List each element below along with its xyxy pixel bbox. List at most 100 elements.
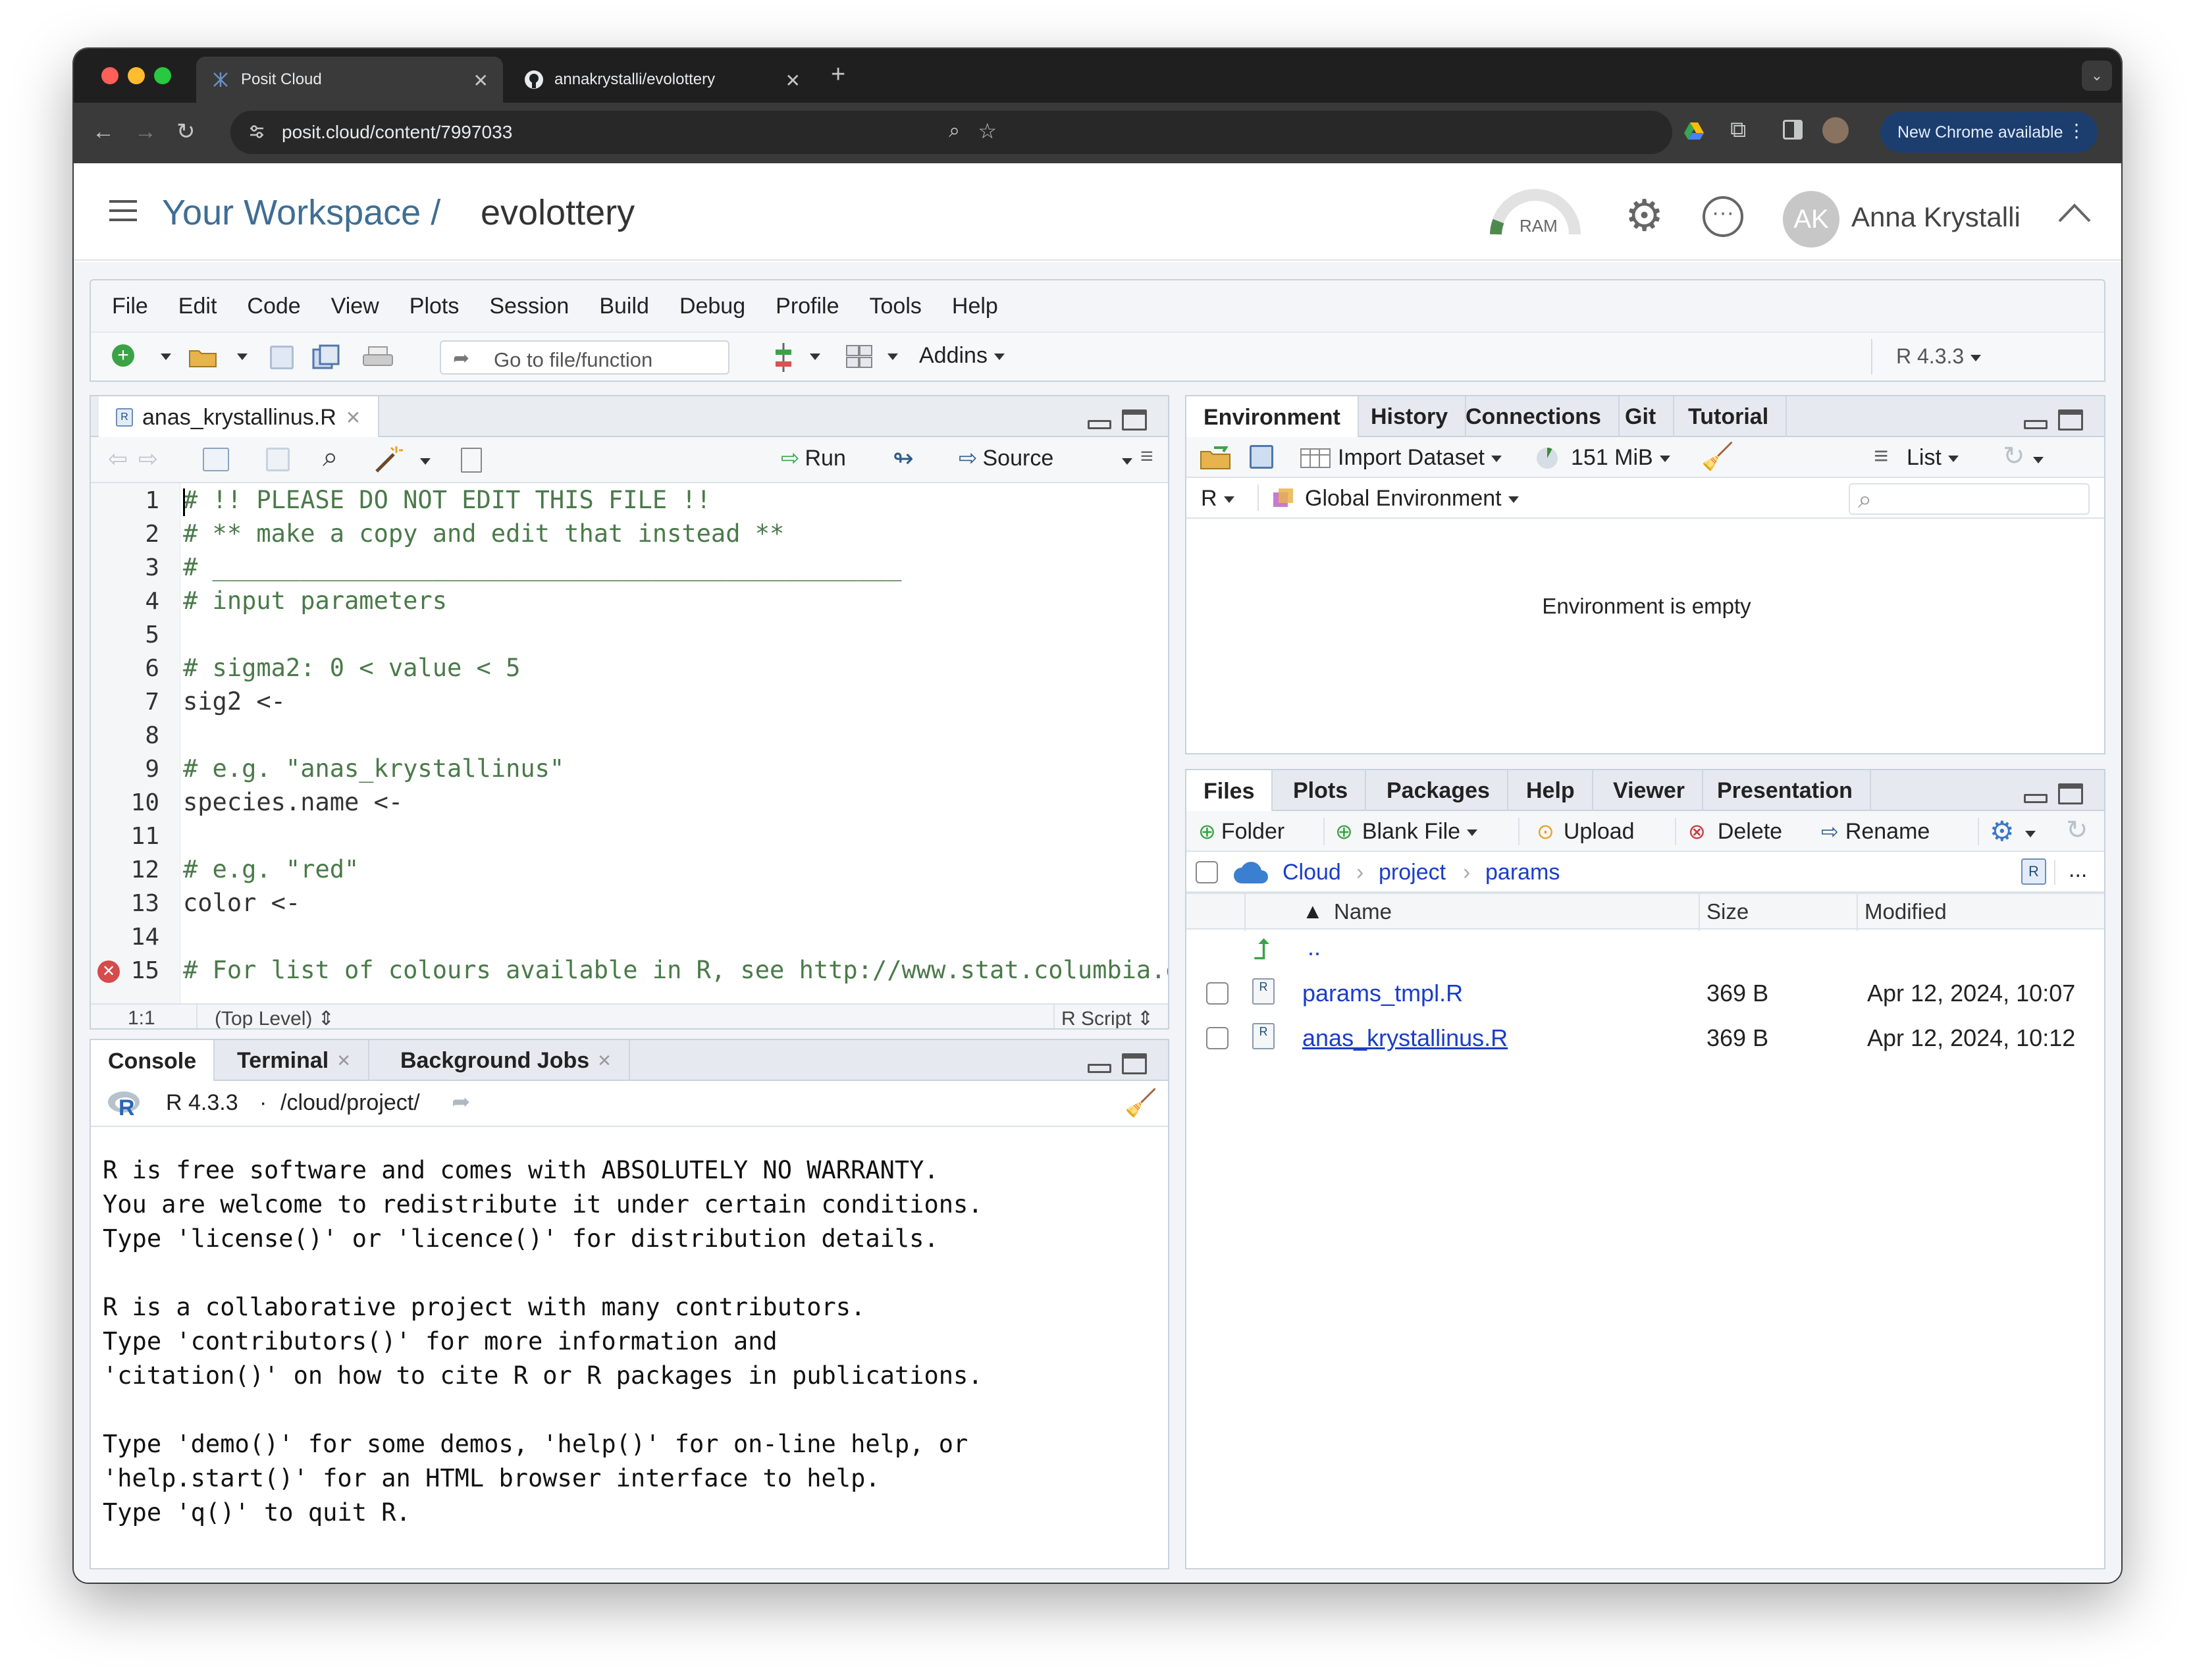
document-outline-icon[interactable]: ≡: [1140, 444, 1153, 469]
file-row[interactable]: Ranas_krystallinus.R 369 B Apr 12, 2024, 1…: [1186, 1016, 2104, 1061]
user-avatar[interactable]: AK: [1783, 191, 1839, 248]
scope-selector[interactable]: (Top Level) ⇕: [215, 1007, 334, 1028]
file-name-link[interactable]: params_tmpl.R: [1302, 980, 1463, 1007]
source-dropdown-icon[interactable]: [1122, 458, 1132, 465]
settings-gear-icon[interactable]: ⚙: [1625, 194, 1664, 237]
workspace-breadcrumb-link[interactable]: Your Workspace /: [162, 192, 440, 233]
import-dataset-button[interactable]: Import Dataset: [1338, 445, 1502, 471]
save-icon[interactable]: [266, 448, 290, 471]
memory-usage-button[interactable]: 151 MiB: [1571, 445, 1670, 471]
new-tab-button[interactable]: +: [831, 61, 845, 89]
close-tab-icon[interactable]: ✕: [336, 1051, 351, 1071]
tab-packages[interactable]: Packages: [1369, 770, 1508, 811]
tab-viewer[interactable]: Viewer: [1596, 770, 1704, 811]
menu-edit[interactable]: Edit: [178, 294, 217, 319]
file-row[interactable]: Rparams_tmpl.R 369 B Apr 12, 2024, 10:07: [1186, 972, 2104, 1016]
import-dataset-icon[interactable]: [1300, 446, 1331, 469]
breadcrumb-project[interactable]: project: [1379, 860, 1446, 885]
tab-tutorial[interactable]: Tutorial: [1671, 396, 1787, 437]
reload-icon[interactable]: ↻: [176, 118, 196, 145]
tab-plots[interactable]: Plots: [1276, 770, 1367, 811]
source-button[interactable]: ⇨ Source: [959, 445, 1053, 471]
file-type-selector[interactable]: R Script ⇕: [1061, 1007, 1153, 1028]
tab-git[interactable]: Git: [1608, 396, 1675, 437]
hamburger-menu-icon[interactable]: [108, 199, 138, 223]
language-selector[interactable]: R: [1201, 486, 1234, 512]
tab-files[interactable]: Files: [1186, 770, 1273, 812]
files-minmax-icon[interactable]: [2024, 782, 2084, 808]
layout-dropdown-icon[interactable]: [887, 354, 898, 360]
close-tab-icon[interactable]: ✕: [597, 1051, 612, 1071]
tab-background-jobs[interactable]: Background Jobs ✕: [383, 1040, 630, 1081]
close-tab-icon[interactable]: ✕: [473, 70, 489, 92]
menu-help[interactable]: Help: [952, 294, 998, 319]
open-folder-icon[interactable]: [188, 346, 221, 368]
extensions-puzzle-icon[interactable]: ⧉: [1730, 117, 1746, 143]
more-options-icon[interactable]: ···: [1703, 196, 1743, 237]
new-chrome-available-button[interactable]: New Chrome available ⋮: [1880, 112, 2098, 153]
r-version-selector[interactable]: R 4.3.3: [1896, 344, 1982, 369]
version-control-icon[interactable]: [770, 342, 797, 373]
view-mode-selector[interactable]: List: [1907, 445, 1959, 471]
google-drive-icon[interactable]: [1683, 120, 1705, 142]
bookmark-star-icon[interactable]: ☆: [978, 118, 997, 144]
tab-environment[interactable]: Environment: [1186, 396, 1359, 438]
back-arrow-icon[interactable]: ⇦: [108, 445, 128, 473]
compile-report-icon[interactable]: [461, 448, 482, 473]
column-modified[interactable]: Modified: [1864, 899, 1947, 924]
profile-avatar-icon[interactable]: [1822, 117, 1849, 144]
tab-presentation[interactable]: Presentation: [1700, 770, 1871, 811]
address-bar[interactable]: posit.cloud/content/7997033 ⌕ ☆: [230, 111, 1672, 154]
select-all-checkbox[interactable]: [1196, 861, 1218, 883]
menu-tools[interactable]: Tools: [870, 294, 922, 319]
browser-tab-posit[interactable]: Posit Cloud ✕: [196, 57, 503, 103]
refresh-files-icon[interactable]: ↻: [2066, 815, 2088, 845]
menu-profile[interactable]: Profile: [776, 294, 839, 319]
file-checkbox[interactable]: [1206, 982, 1229, 1005]
column-size[interactable]: Size: [1706, 899, 1749, 924]
editor-minmax-icon[interactable]: [1088, 408, 1148, 434]
close-window-button[interactable]: [101, 67, 119, 84]
console-working-directory[interactable]: /cloud/project/: [280, 1090, 420, 1116]
code-area[interactable]: 1 # !! PLEASE DO NOT EDIT THIS FILE !! 2 # …: [91, 483, 1168, 1003]
breadcrumb-cloud[interactable]: Cloud: [1283, 860, 1341, 885]
load-workspace-icon[interactable]: [1200, 445, 1234, 470]
kebab-menu-icon[interactable]: ⋮: [2067, 120, 2086, 142]
save-all-icon[interactable]: [312, 344, 340, 371]
save-icon[interactable]: [270, 346, 294, 369]
tab-console[interactable]: Console: [91, 1040, 215, 1082]
delete-button[interactable]: ⊗ Delete: [1688, 819, 1782, 845]
print-icon[interactable]: [362, 346, 394, 371]
minimize-window-button[interactable]: [128, 67, 145, 84]
rerun-icon[interactable]: ↬: [893, 444, 914, 473]
clear-environment-broom-icon[interactable]: 🧹: [1701, 441, 1734, 472]
site-settings-icon[interactable]: [248, 122, 266, 141]
file-checkbox[interactable]: [1206, 1027, 1229, 1049]
zoom-icon[interactable]: ⌕: [949, 120, 960, 142]
zoom-window-button[interactable]: [154, 67, 171, 84]
blank-file-button[interactable]: ⊕ Blank File: [1335, 819, 1478, 845]
new-file-icon[interactable]: +: [112, 344, 134, 367]
show-in-new-window-icon[interactable]: [203, 448, 229, 471]
go-to-directory-icon[interactable]: ➦: [452, 1089, 471, 1115]
forward-arrow-icon[interactable]: ⇨: [138, 445, 158, 473]
tab-connections[interactable]: Connections: [1448, 396, 1620, 437]
menu-view[interactable]: View: [331, 294, 379, 319]
environment-scope-selector[interactable]: Global Environment: [1305, 486, 1519, 512]
parent-directory-row[interactable]: ⮥ ..: [1186, 930, 2104, 972]
console-output[interactable]: R is free software and comes with ABSOLU…: [91, 1128, 1168, 1568]
environment-minmax-icon[interactable]: [2024, 408, 2084, 434]
error-marker-icon[interactable]: ✕: [97, 960, 120, 983]
environment-search-input[interactable]: ⌕: [1849, 483, 2090, 515]
more-file-commands-gear-icon[interactable]: ⚙: [1990, 815, 2015, 847]
back-arrow-icon[interactable]: ←: [92, 118, 115, 145]
go-to-project-directory-icon[interactable]: R: [2021, 858, 2046, 885]
refresh-icon[interactable]: ↻: [2003, 441, 2025, 471]
breadcrumb-params[interactable]: params: [1485, 860, 1560, 885]
rename-button[interactable]: ⇨ Rename: [1821, 819, 1930, 845]
code-tools-dropdown-icon[interactable]: [420, 458, 431, 465]
side-panel-icon[interactable]: [1783, 120, 1803, 140]
menu-build[interactable]: Build: [599, 294, 649, 319]
console-minmax-icon[interactable]: [1088, 1052, 1148, 1078]
tab-terminal[interactable]: Terminal ✕: [220, 1040, 369, 1081]
